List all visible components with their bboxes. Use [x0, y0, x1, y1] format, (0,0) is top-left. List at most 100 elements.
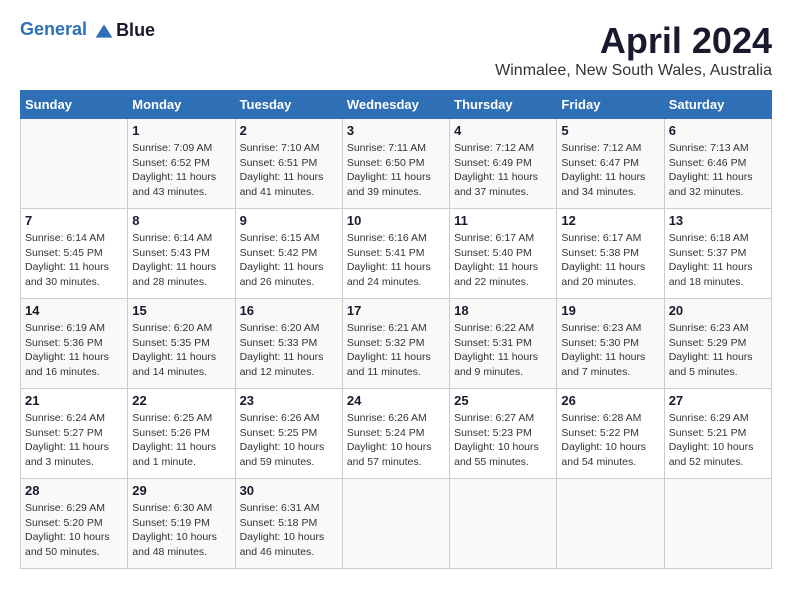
week-row-5: 28 Sunrise: 6:29 AMSunset: 5:20 PMDayligh…: [21, 479, 772, 569]
day-detail: Sunrise: 6:31 AMSunset: 5:18 PMDaylight:…: [240, 501, 338, 560]
day-detail: Sunrise: 6:22 AMSunset: 5:31 PMDaylight:…: [454, 321, 552, 380]
day-number: 17: [347, 303, 445, 318]
day-detail: Sunrise: 6:17 AMSunset: 5:38 PMDaylight:…: [561, 231, 659, 290]
day-number: 29: [132, 483, 230, 498]
calendar-cell: 28 Sunrise: 6:29 AMSunset: 5:20 PMDayligh…: [21, 479, 128, 569]
day-number: 4: [454, 123, 552, 138]
day-detail: Sunrise: 6:14 AMSunset: 5:45 PMDaylight:…: [25, 231, 123, 290]
day-number: 5: [561, 123, 659, 138]
day-detail: Sunrise: 7:13 AMSunset: 6:46 PMDaylight:…: [669, 141, 767, 200]
day-detail: Sunrise: 7:12 AMSunset: 6:49 PMDaylight:…: [454, 141, 552, 200]
calendar-cell: 7 Sunrise: 6:14 AMSunset: 5:45 PMDaylight…: [21, 209, 128, 299]
day-number: 20: [669, 303, 767, 318]
day-detail: Sunrise: 6:19 AMSunset: 5:36 PMDaylight:…: [25, 321, 123, 380]
day-detail: Sunrise: 6:16 AMSunset: 5:41 PMDaylight:…: [347, 231, 445, 290]
day-detail: Sunrise: 6:24 AMSunset: 5:27 PMDaylight:…: [25, 411, 123, 470]
day-number: 30: [240, 483, 338, 498]
calendar-cell: 21 Sunrise: 6:24 AMSunset: 5:27 PMDayligh…: [21, 389, 128, 479]
day-detail: Sunrise: 6:18 AMSunset: 5:37 PMDaylight:…: [669, 231, 767, 290]
calendar-cell: 4 Sunrise: 7:12 AMSunset: 6:49 PMDaylight…: [450, 119, 557, 209]
month-title: April 2024: [495, 20, 772, 62]
calendar-cell: 2 Sunrise: 7:10 AMSunset: 6:51 PMDaylight…: [235, 119, 342, 209]
day-number: 14: [25, 303, 123, 318]
calendar-cell: [21, 119, 128, 209]
calendar-cell: 29 Sunrise: 6:30 AMSunset: 5:19 PMDayligh…: [128, 479, 235, 569]
calendar-cell: 17 Sunrise: 6:21 AMSunset: 5:32 PMDayligh…: [342, 299, 449, 389]
day-header-saturday: Saturday: [664, 91, 771, 119]
day-detail: Sunrise: 6:20 AMSunset: 5:35 PMDaylight:…: [132, 321, 230, 380]
day-detail: Sunrise: 6:26 AMSunset: 5:24 PMDaylight:…: [347, 411, 445, 470]
calendar-cell: 11Sunrise: 6:17 AMSunset: 5:40 PMDayligh…: [450, 209, 557, 299]
day-detail: Sunrise: 6:14 AMSunset: 5:43 PMDaylight:…: [132, 231, 230, 290]
day-detail: Sunrise: 6:30 AMSunset: 5:19 PMDaylight:…: [132, 501, 230, 560]
day-number: 21: [25, 393, 123, 408]
day-detail: Sunrise: 6:23 AMSunset: 5:30 PMDaylight:…: [561, 321, 659, 380]
week-row-2: 7 Sunrise: 6:14 AMSunset: 5:45 PMDaylight…: [21, 209, 772, 299]
day-detail: Sunrise: 6:27 AMSunset: 5:23 PMDaylight:…: [454, 411, 552, 470]
day-number: 18: [454, 303, 552, 318]
calendar-body: 1Sunrise: 7:09 AMSunset: 6:52 PMDaylight…: [21, 119, 772, 569]
day-number: 12: [561, 213, 659, 228]
day-detail: Sunrise: 7:11 AMSunset: 6:50 PMDaylight:…: [347, 141, 445, 200]
week-row-1: 1Sunrise: 7:09 AMSunset: 6:52 PMDaylight…: [21, 119, 772, 209]
day-number: 10: [347, 213, 445, 228]
day-number: 7: [25, 213, 123, 228]
day-detail: Sunrise: 6:29 AMSunset: 5:20 PMDaylight:…: [25, 501, 123, 560]
calendar-cell: [342, 479, 449, 569]
day-number: 6: [669, 123, 767, 138]
day-detail: Sunrise: 6:21 AMSunset: 5:32 PMDaylight:…: [347, 321, 445, 380]
day-detail: Sunrise: 7:10 AMSunset: 6:51 PMDaylight:…: [240, 141, 338, 200]
day-header-thursday: Thursday: [450, 91, 557, 119]
calendar-cell: 26 Sunrise: 6:28 AMSunset: 5:22 PMDayligh…: [557, 389, 664, 479]
calendar-table: SundayMondayTuesdayWednesdayThursdayFrid…: [20, 90, 772, 569]
day-detail: Sunrise: 6:23 AMSunset: 5:29 PMDaylight:…: [669, 321, 767, 380]
day-number: 28: [25, 483, 123, 498]
calendar-cell: 6 Sunrise: 7:13 AMSunset: 6:46 PMDaylight…: [664, 119, 771, 209]
calendar-cell: [664, 479, 771, 569]
calendar-cell: [557, 479, 664, 569]
day-header-tuesday: Tuesday: [235, 91, 342, 119]
calendar-cell: 25 Sunrise: 6:27 AMSunset: 5:23 PMDayligh…: [450, 389, 557, 479]
calendar-cell: 10 Sunrise: 6:16 AMSunset: 5:41 PMDayligh…: [342, 209, 449, 299]
calendar-cell: 5 Sunrise: 7:12 AMSunset: 6:47 PMDaylight…: [557, 119, 664, 209]
day-number: 27: [669, 393, 767, 408]
calendar-cell: 19Sunrise: 6:23 AMSunset: 5:30 PMDayligh…: [557, 299, 664, 389]
day-number: 25: [454, 393, 552, 408]
calendar-cell: 12 Sunrise: 6:17 AMSunset: 5:38 PMDayligh…: [557, 209, 664, 299]
location-title: Winmalee, New South Wales, Australia: [495, 62, 772, 80]
day-header-sunday: Sunday: [21, 91, 128, 119]
day-number: 23: [240, 393, 338, 408]
day-number: 26: [561, 393, 659, 408]
day-detail: Sunrise: 6:28 AMSunset: 5:22 PMDaylight:…: [561, 411, 659, 470]
calendar-header-row: SundayMondayTuesdayWednesdayThursdayFrid…: [21, 91, 772, 119]
day-detail: Sunrise: 6:17 AMSunset: 5:40 PMDaylight:…: [454, 231, 552, 290]
calendar-cell: 24 Sunrise: 6:26 AMSunset: 5:24 PMDayligh…: [342, 389, 449, 479]
header: General Blue April 2024 Winmalee, New So…: [20, 20, 772, 80]
day-header-monday: Monday: [128, 91, 235, 119]
day-detail: Sunrise: 6:20 AMSunset: 5:33 PMDaylight:…: [240, 321, 338, 380]
day-number: 15: [132, 303, 230, 318]
calendar-cell: [450, 479, 557, 569]
day-header-friday: Friday: [557, 91, 664, 119]
calendar-cell: 15 Sunrise: 6:20 AMSunset: 5:35 PMDayligh…: [128, 299, 235, 389]
day-number: 2: [240, 123, 338, 138]
calendar-cell: 8Sunrise: 6:14 AMSunset: 5:43 PMDaylight…: [128, 209, 235, 299]
day-number: 22: [132, 393, 230, 408]
day-number: 3: [347, 123, 445, 138]
calendar-cell: 1Sunrise: 7:09 AMSunset: 6:52 PMDaylight…: [128, 119, 235, 209]
calendar-cell: 18 Sunrise: 6:22 AMSunset: 5:31 PMDayligh…: [450, 299, 557, 389]
week-row-3: 14 Sunrise: 6:19 AMSunset: 5:36 PMDayligh…: [21, 299, 772, 389]
calendar-cell: 27 Sunrise: 6:29 AMSunset: 5:21 PMDayligh…: [664, 389, 771, 479]
day-detail: Sunrise: 7:12 AMSunset: 6:47 PMDaylight:…: [561, 141, 659, 200]
calendar-cell: 3 Sunrise: 7:11 AMSunset: 6:50 PMDaylight…: [342, 119, 449, 209]
day-number: 16: [240, 303, 338, 318]
day-number: 24: [347, 393, 445, 408]
day-header-wednesday: Wednesday: [342, 91, 449, 119]
calendar-cell: 30 Sunrise: 6:31 AMSunset: 5:18 PMDayligh…: [235, 479, 342, 569]
title-area: April 2024 Winmalee, New South Wales, Au…: [495, 20, 772, 80]
calendar-cell: 14 Sunrise: 6:19 AMSunset: 5:36 PMDayligh…: [21, 299, 128, 389]
day-detail: Sunrise: 6:29 AMSunset: 5:21 PMDaylight:…: [669, 411, 767, 470]
day-number: 13: [669, 213, 767, 228]
logo: General Blue: [20, 20, 155, 41]
calendar-cell: 16 Sunrise: 6:20 AMSunset: 5:33 PMDayligh…: [235, 299, 342, 389]
